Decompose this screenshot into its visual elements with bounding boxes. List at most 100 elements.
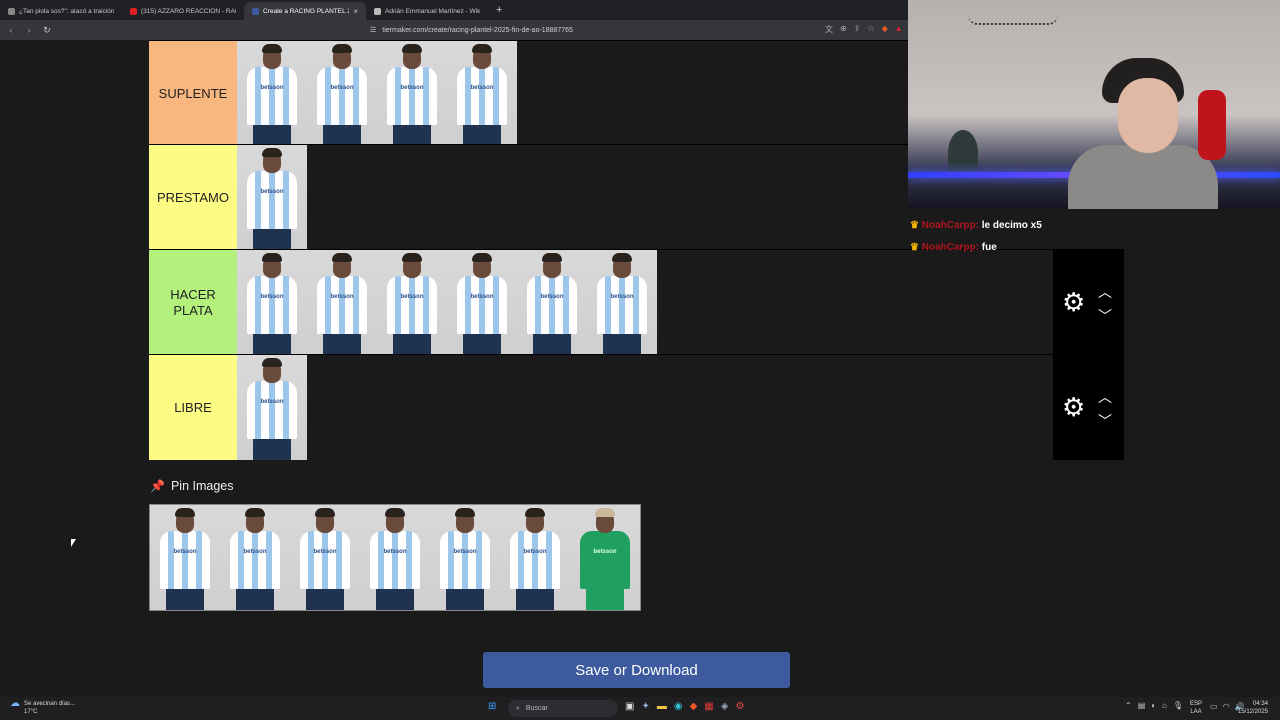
gear-icon[interactable]: ⚙ — [1062, 288, 1085, 316]
site-info-icon[interactable]: ☰ — [370, 26, 376, 34]
search-icon: ⌕ — [516, 704, 520, 712]
browser-tab[interactable]: (315) AZZARO REACCIÓN - RACING — [122, 2, 244, 20]
file-explorer-icon[interactable]: ▬ — [657, 701, 667, 712]
tray-overflow-icon[interactable]: ⌃ — [1125, 701, 1132, 710]
player-shirt — [527, 276, 577, 334]
windows-start-icon[interactable]: ⊞ — [488, 701, 496, 712]
player-card[interactable]: betsson — [447, 250, 517, 355]
language-indicator[interactable]: ESP LAA — [1190, 700, 1202, 716]
player-card[interactable]: betsson — [307, 250, 377, 355]
tier-controls: ⚙ ︿ ﹀ — [1053, 355, 1124, 460]
tier-controls: ⚙ ︿ ﹀ — [1053, 250, 1124, 355]
chevron-up-icon[interactable]: ︿ — [1095, 385, 1115, 409]
chevron-down-icon[interactable]: ﹀ — [1095, 304, 1115, 328]
chevron-up-icon[interactable]: ︿ — [1095, 280, 1115, 304]
player-shirt — [457, 276, 507, 334]
save-or-download-button[interactable]: Save or Download — [483, 652, 790, 688]
browser-tab[interactable]: ¿Tan piola sos?": atacó a traición a u — [0, 2, 122, 20]
player-card[interactable]: betsson — [517, 250, 587, 355]
player-shirt — [247, 171, 297, 229]
brave-icon[interactable]: ◆ — [690, 701, 698, 712]
tab-favicon-icon — [252, 7, 259, 15]
task-view-icon[interactable]: ▣ — [625, 701, 634, 712]
player-hair — [332, 253, 352, 262]
goalkeeper-card[interactable]: betsson — [570, 505, 640, 610]
player-shirt — [160, 531, 210, 589]
app-icon[interactable]: ⚙ — [735, 701, 744, 712]
player-hair — [315, 508, 335, 517]
player-card[interactable]: betsson — [360, 505, 430, 610]
taskbar-search[interactable]: ⌕ Buscar — [508, 700, 618, 717]
player-hair — [262, 358, 282, 367]
steam-icon[interactable]: ◈ — [721, 701, 729, 712]
player-card[interactable]: betsson — [377, 41, 447, 146]
player-shirt — [317, 67, 367, 125]
weather-icon: ☁ — [10, 698, 20, 709]
obs-icon[interactable]: ▦ — [704, 701, 713, 712]
player-card[interactable]: betsson — [447, 41, 517, 146]
player-card[interactable]: betsson — [237, 41, 307, 146]
player-shirt — [580, 531, 630, 589]
player-shorts — [393, 334, 431, 355]
clock-date: 15/12/2025 — [1238, 709, 1269, 715]
reload-icon[interactable]: ↻ — [40, 25, 54, 36]
player-card[interactable]: betsson — [307, 41, 377, 146]
windows-taskbar: ☁ Se avecinan días... 17°C ⊞ ⌕ Buscar ▣ … — [0, 697, 1280, 720]
tab-close-icon[interactable]: × — [353, 7, 358, 16]
microphone-icon[interactable]: 🎙 — [1173, 701, 1183, 710]
copilot-icon[interactable]: ✦ — [641, 701, 649, 712]
share-icon[interactable]: ⇪ — [854, 24, 861, 35]
translate-icon[interactable]: 文 — [825, 24, 833, 35]
back-icon[interactable]: ‹ — [4, 25, 18, 35]
sponsor-logo: betsson — [400, 85, 424, 91]
weather-temp: 17°C — [24, 709, 38, 715]
tray-app-icon[interactable]: ⌂ — [1162, 701, 1167, 710]
player-shirt — [387, 276, 437, 334]
player-card[interactable]: betsson — [587, 250, 657, 355]
new-tab-button[interactable]: + — [488, 4, 510, 16]
bookmark-icon[interactable]: ☆ — [867, 24, 874, 35]
browser-tab[interactable]: Adrián Emmanuel Martínez - Wikipe — [366, 2, 488, 20]
player-card[interactable]: betsson — [150, 505, 220, 610]
taskbar-clock[interactable]: 04:34 15/12/2025 — [1238, 700, 1268, 716]
weather-widget[interactable]: ☁ Se avecinan días... 17°C — [10, 698, 75, 716]
player-card[interactable]: betsson — [237, 355, 307, 460]
tier-label[interactable]: SUPLENTE — [149, 41, 237, 146]
tray-app-icon[interactable]: ▤ — [1138, 701, 1146, 710]
browser-tab[interactable]: Create a RACING PLANTEL 2025× — [244, 2, 366, 20]
pushpin-icon[interactable]: 📌 — [150, 479, 165, 493]
zoom-icon[interactable]: ⊕ — [840, 24, 847, 35]
player-shirt — [230, 531, 280, 589]
player-shorts — [393, 125, 431, 146]
tier-label[interactable]: LIBRE — [149, 355, 237, 460]
player-card[interactable]: betsson — [237, 250, 307, 355]
network-icon[interactable]: ▭ — [1210, 702, 1218, 711]
sponsor-logo: betsson — [243, 549, 267, 555]
player-card[interactable]: betsson — [237, 145, 307, 250]
player-card[interactable]: betsson — [290, 505, 360, 610]
garland-decoration — [968, 15, 1058, 25]
player-card[interactable]: betsson — [430, 505, 500, 610]
player-card[interactable]: betsson — [220, 505, 290, 610]
chat-username: NoahCarpp: — [921, 242, 979, 253]
sponsor-logo: betsson — [330, 85, 354, 91]
player-shirt — [597, 276, 647, 334]
plant-decoration — [948, 130, 978, 175]
tier-label[interactable]: PRESTAMO — [149, 145, 237, 250]
keyboard-layout: LAA — [1190, 709, 1202, 715]
gear-icon[interactable]: ⚙ — [1062, 393, 1085, 421]
brave-rewards-icon[interactable]: ▲ — [895, 24, 903, 35]
forward-icon[interactable]: › — [22, 25, 36, 35]
edge-icon[interactable]: ◉ — [674, 701, 683, 712]
chevron-down-icon[interactable]: ﹀ — [1095, 409, 1115, 433]
tray-app-icon[interactable]: ◐ — [1151, 701, 1156, 710]
player-shirt — [457, 67, 507, 125]
player-card[interactable]: betsson — [500, 505, 570, 610]
wifi-icon[interactable]: ◠ — [1223, 702, 1230, 711]
brave-shield-icon[interactable]: ◆ — [882, 24, 888, 35]
player-hair — [595, 508, 615, 517]
player-card[interactable]: betsson — [377, 250, 447, 355]
player-shorts — [253, 439, 291, 460]
tier-label[interactable]: HACER PLATA — [149, 250, 237, 355]
player-hair — [472, 253, 492, 262]
